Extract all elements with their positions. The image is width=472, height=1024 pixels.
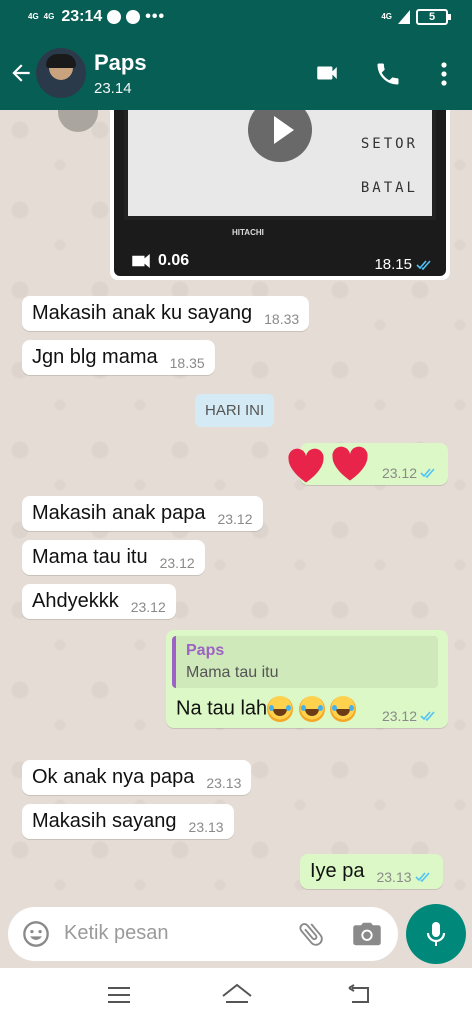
incoming-message[interactable]: Ok anak nya papa 23.13 bbox=[22, 760, 252, 795]
contact-name[interactable]: Paps bbox=[94, 50, 147, 76]
check-circle-icon bbox=[107, 10, 122, 24]
message-text: Iye pa bbox=[310, 860, 365, 882]
laughing-emoji-icon bbox=[330, 696, 357, 722]
message-text: Makasih anak ku sayang bbox=[32, 302, 253, 324]
message-time: 18.33 bbox=[264, 311, 300, 327]
heart-icon bbox=[288, 448, 324, 483]
signal-icon bbox=[398, 10, 410, 24]
message-time: 23.12 bbox=[382, 708, 438, 724]
video-text-batal: BATAL bbox=[360, 180, 418, 196]
voice-call-icon[interactable] bbox=[374, 60, 402, 88]
video-timestamp: 18.15 bbox=[374, 256, 434, 273]
message-text: Makasih anak papa bbox=[32, 502, 206, 524]
message-time: 23.12 bbox=[382, 465, 438, 481]
last-seen: 23.14 bbox=[94, 80, 132, 97]
video-thumbnail[interactable]: SETOR BATAL HITACHI 0.06 18.15 bbox=[114, 110, 446, 276]
laughing-emoji-icon bbox=[298, 696, 325, 722]
incoming-message[interactable]: Ahdyekkk 23.12 bbox=[22, 584, 176, 619]
read-ticks-icon bbox=[420, 711, 435, 722]
leaf-icon bbox=[126, 10, 141, 24]
message-text: Makasih sayang bbox=[32, 810, 177, 832]
menu-icon[interactable] bbox=[106, 986, 132, 1004]
video-camera-icon bbox=[132, 254, 150, 268]
video-brand-text: HITACHI bbox=[232, 228, 264, 237]
lte-indicator: 4G bbox=[381, 12, 392, 21]
message-time: 23.13 bbox=[188, 819, 224, 835]
message-composer[interactable]: Ketik pesan bbox=[8, 907, 398, 961]
mic-button[interactable] bbox=[406, 904, 466, 964]
battery-icon: 5 bbox=[416, 9, 451, 25]
camera-icon[interactable] bbox=[352, 920, 382, 948]
quoted-message[interactable]: Paps Mama tau itu bbox=[172, 636, 438, 688]
heart-icon bbox=[332, 446, 368, 481]
message-time: 23.13 bbox=[376, 869, 432, 885]
message-text: Jgn blg mama bbox=[32, 346, 158, 368]
message-text: Na tau lah bbox=[176, 697, 268, 720]
video-duration-text: 0.06 bbox=[158, 252, 190, 269]
network-indicator-1: 4G bbox=[28, 12, 39, 21]
day-divider: HARI INI bbox=[195, 394, 275, 427]
reply-row: Na tau lah 23.12 bbox=[172, 696, 442, 724]
message-time: 23.12 bbox=[159, 555, 195, 571]
incoming-message[interactable]: Makasih anak ku sayang 18.33 bbox=[22, 296, 310, 331]
video-message[interactable]: SETOR BATAL HITACHI 0.06 18.15 bbox=[110, 110, 450, 280]
message-time-text: 23.13 bbox=[376, 869, 412, 885]
message-text: Ok anak nya papa bbox=[32, 766, 195, 788]
chat-header: Paps 23.14 bbox=[0, 36, 472, 110]
video-call-icon[interactable] bbox=[312, 60, 342, 86]
message-time: 23.13 bbox=[206, 775, 242, 791]
back-nav-icon[interactable] bbox=[346, 984, 374, 1006]
chat-area[interactable]: SETOR BATAL HITACHI 0.06 18.15 Makasih a… bbox=[0, 110, 472, 905]
home-icon[interactable] bbox=[220, 982, 254, 1006]
more-options-icon[interactable] bbox=[438, 60, 450, 88]
avatar[interactable] bbox=[36, 48, 86, 98]
more-notifications-icon: ••• bbox=[145, 8, 166, 25]
message-time: 23.12 bbox=[130, 599, 166, 615]
quoted-sender: Paps bbox=[186, 642, 225, 659]
outgoing-message[interactable]: Iye pa 23.13 bbox=[300, 854, 443, 889]
mic-icon bbox=[426, 922, 446, 946]
incoming-message[interactable]: Mama tau itu 23.12 bbox=[22, 540, 205, 575]
emoji-icon[interactable] bbox=[22, 920, 50, 948]
video-text-setor: SETOR bbox=[360, 136, 418, 152]
back-arrow-icon[interactable] bbox=[8, 60, 34, 86]
system-nav-bar bbox=[0, 968, 472, 1024]
read-ticks-icon bbox=[414, 872, 430, 883]
video-duration: 0.06 bbox=[130, 252, 189, 270]
read-ticks-icon bbox=[420, 468, 435, 479]
outgoing-reply-message[interactable]: Paps Mama tau itu Na tau lah 23.12 bbox=[166, 630, 448, 728]
laughing-emoji-icon bbox=[267, 696, 294, 722]
reply-content: Na tau lah bbox=[176, 696, 357, 722]
message-time-text: 23.12 bbox=[381, 708, 417, 724]
quoted-text: Mama tau itu bbox=[186, 664, 279, 681]
incoming-message[interactable]: Makasih sayang 23.13 bbox=[22, 804, 234, 839]
network-indicator-2: 4G bbox=[43, 12, 55, 21]
status-bar: 4G 4G 23:14 ••• 4G 5 bbox=[0, 0, 472, 36]
status-time: 23:14 bbox=[61, 8, 103, 25]
attach-icon[interactable] bbox=[296, 919, 326, 949]
incoming-message[interactable]: Jgn blg mama 18.35 bbox=[22, 340, 215, 375]
read-ticks-icon bbox=[416, 259, 431, 270]
message-input[interactable]: Ketik pesan bbox=[64, 922, 169, 945]
message-time: 23.12 bbox=[217, 511, 253, 527]
message-time-text: 23.12 bbox=[381, 465, 417, 481]
message-text: Mama tau itu bbox=[32, 546, 148, 568]
message-text: Ahdyekkk bbox=[32, 590, 119, 612]
video-time-text: 18.15 bbox=[374, 256, 412, 273]
message-time: 18.35 bbox=[169, 355, 205, 371]
incoming-message[interactable]: Makasih anak papa 23.12 bbox=[22, 496, 263, 531]
